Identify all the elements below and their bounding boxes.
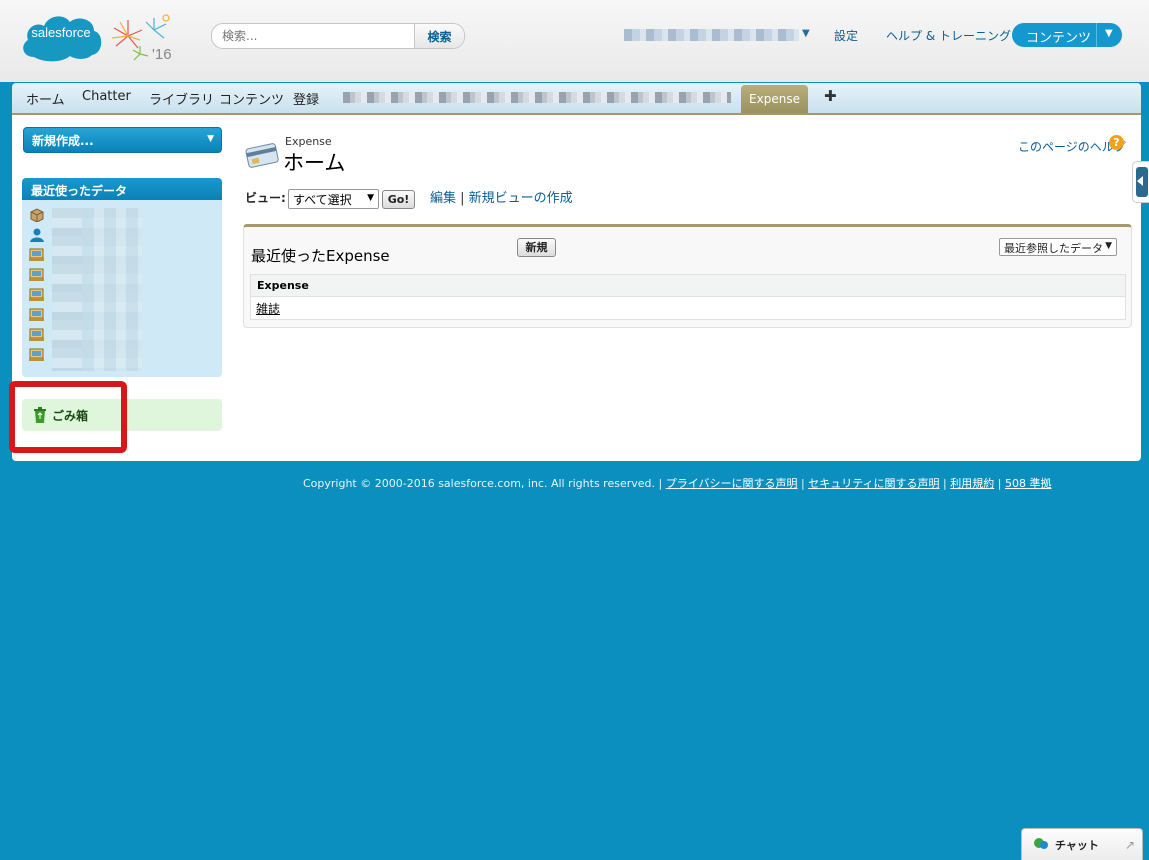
- view-links: 編集 | 新規ビューの作成: [430, 187, 573, 206]
- user-icon: [30, 228, 44, 242]
- help-training-link[interactable]: ヘルプ & トレーニング: [886, 27, 1011, 44]
- create-new-button[interactable]: 新規作成... ▼: [23, 127, 222, 153]
- tab-subscriptions[interactable]: 登録: [293, 89, 319, 108]
- tab-redacted[interactable]: [343, 92, 731, 103]
- edit-view-link[interactable]: 編集: [430, 191, 456, 206]
- custom-object-icon: [29, 348, 44, 361]
- custom-object-icon: [29, 328, 44, 341]
- chevron-left-icon: [1137, 176, 1143, 186]
- chat-icon: [1034, 838, 1048, 849]
- tab-expense[interactable]: Expense: [741, 85, 808, 113]
- create-view-link[interactable]: 新規ビューの作成: [469, 191, 573, 206]
- custom-object-icon: [29, 268, 44, 281]
- expand-icon[interactable]: ↗: [1125, 838, 1135, 852]
- tab-library[interactable]: ライブラリ: [149, 89, 214, 108]
- app-menu-divider: [1096, 23, 1097, 47]
- logo-text: salesforce: [31, 25, 91, 40]
- sidebar-toggle[interactable]: [1132, 161, 1149, 203]
- plus-icon[interactable]: ✚: [824, 87, 837, 105]
- global-header: salesforce '16 検索 ▼ 設定 ヘルプ & トレーニング コンテン…: [0, 0, 1149, 82]
- package-icon: [30, 208, 44, 222]
- custom-object-icon: [29, 308, 44, 321]
- tab-chatter[interactable]: Chatter: [82, 89, 131, 104]
- recent-items-list: [22, 200, 222, 377]
- recent-items-header: 最近使ったデータ: [22, 178, 222, 200]
- global-search: 検索: [211, 23, 465, 49]
- security-link[interactable]: セキュリティに関する声明: [808, 477, 939, 490]
- chat-widget[interactable]: チャット ↗: [1021, 828, 1143, 860]
- terms-link[interactable]: 利用規約: [950, 477, 994, 490]
- chevron-down-icon: ▼: [1105, 241, 1112, 251]
- app-menu-label: コンテンツ: [1026, 31, 1092, 46]
- sort-select[interactable]: 最近参照したデータ ▼: [999, 238, 1117, 256]
- page-title: ホーム: [283, 151, 346, 175]
- search-input[interactable]: [212, 24, 404, 48]
- view-select-value: すべて選択: [293, 193, 352, 207]
- view-select[interactable]: すべて選択 ▼: [288, 189, 379, 209]
- setup-link[interactable]: 設定: [834, 27, 858, 44]
- table-header: Expense: [251, 275, 1125, 297]
- tab-content[interactable]: コンテンツ: [219, 89, 284, 108]
- recent-items-redacted-overlay: [82, 208, 142, 371]
- chevron-down-icon: ▼: [1105, 28, 1113, 39]
- custom-object-icon: [29, 248, 44, 261]
- user-menu-caret-icon[interactable]: ▼: [802, 28, 810, 39]
- highlight-annotation: [9, 381, 127, 453]
- section-title: 最近使ったExpense: [251, 247, 390, 265]
- recent-expense-section: 最近使ったExpense 新規 最近参照したデータ ▼ Expense 雑誌: [243, 224, 1132, 328]
- chat-label: チャット: [1055, 839, 1099, 852]
- chevron-down-icon: ▼: [367, 193, 374, 203]
- copyright-text: Copyright © 2000-2016 salesforce.com, in…: [303, 477, 656, 490]
- tab-bar: ホーム Chatter ライブラリ コンテンツ 登録 Expense ✚: [12, 83, 1141, 116]
- app-menu-button[interactable]: コンテンツ ▼: [1012, 23, 1122, 47]
- tab-home[interactable]: ホーム: [26, 89, 65, 108]
- credit-card-icon: [245, 143, 279, 168]
- table-row-link[interactable]: 雑誌: [256, 300, 280, 317]
- main-panel: 新規作成... ▼ 最近使ったデータ ごみ箱 Expense ホーム このページ…: [9, 115, 1141, 461]
- column-header-expense: Expense: [257, 279, 309, 292]
- sort-select-value: 最近参照したデータ: [1004, 242, 1103, 255]
- footer: Copyright © 2000-2016 salesforce.com, in…: [303, 477, 1052, 490]
- go-button[interactable]: Go!: [382, 190, 415, 209]
- custom-object-icon: [29, 288, 44, 301]
- section508-link[interactable]: 508 準拠: [1005, 477, 1052, 490]
- search-button[interactable]: 検索: [414, 24, 464, 48]
- create-new-label: 新規作成...: [32, 134, 94, 148]
- user-menu[interactable]: [624, 29, 799, 41]
- privacy-link[interactable]: プライバシーに関する声明: [666, 477, 798, 490]
- view-label: ビュー:: [245, 191, 286, 205]
- recent-items-title: 最近使ったデータ: [31, 184, 128, 198]
- new-expense-button[interactable]: 新規: [517, 238, 556, 257]
- expense-table: Expense 雑誌: [250, 274, 1126, 320]
- help-icon[interactable]: ?: [1109, 135, 1124, 150]
- chevron-down-icon: ▼: [207, 134, 214, 144]
- link-separator: |: [460, 191, 469, 206]
- salesforce-logo[interactable]: salesforce: [20, 11, 102, 63]
- logo-year: '16: [152, 46, 172, 63]
